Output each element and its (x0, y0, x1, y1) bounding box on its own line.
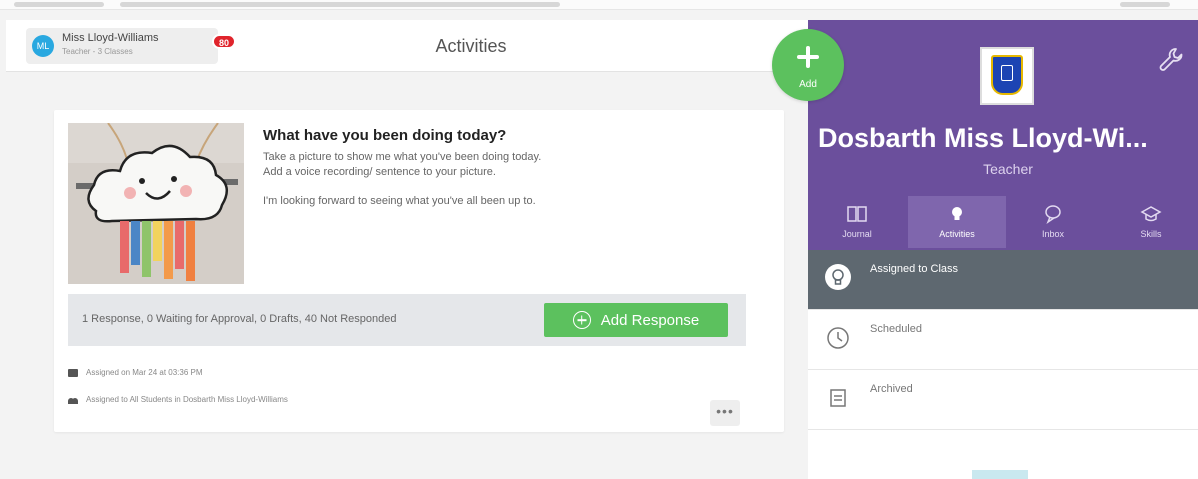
response-summary[interactable]: 1 Response, 0 Waiting for Approval, 0 Dr… (82, 313, 397, 325)
activity-description: Take a picture to show me what you've be… (263, 150, 541, 209)
list-item-archived[interactable]: Archived (808, 370, 1198, 430)
wrench-icon[interactable] (1158, 46, 1184, 72)
students-icon (68, 396, 78, 404)
book-icon (847, 206, 867, 222)
tab-label: Skills (1140, 229, 1162, 239)
clock-icon (827, 327, 849, 349)
school-logo (980, 47, 1034, 105)
plus-icon (796, 45, 820, 69)
lightbulb-icon (952, 207, 962, 220)
list-item-assigned-to-class[interactable]: Assigned to Class (808, 250, 1198, 310)
archive-icon (830, 389, 846, 407)
more-options-button[interactable]: ••• (710, 400, 740, 426)
activity-description-line: Take a picture to show me what you've be… (263, 151, 542, 163)
lightbulb-icon (825, 264, 851, 290)
browser-address-blur (120, 2, 560, 7)
list-item-label: Archived (870, 383, 913, 395)
activity-card: What have you been doing today? Take a p… (54, 110, 784, 432)
add-response-button[interactable]: Add Response (544, 303, 728, 337)
school-crest-icon (991, 55, 1023, 95)
chat-icon (1045, 205, 1061, 224)
cloud-rainbow-picture (68, 123, 244, 284)
browser-menu-blur (1120, 2, 1170, 7)
class-name: Dosbarth Miss Lloyd-Wi... (818, 123, 1148, 153)
activity-title: What have you been doing today? (263, 127, 507, 144)
tab-inbox[interactable]: Inbox (1004, 196, 1102, 248)
add-response-label: Add Response (600, 311, 700, 329)
list-item-label: Scheduled (870, 323, 922, 335)
activities-main-area: ML Miss Lloyd-Williams Teacher - 3 Class… (6, 14, 808, 479)
assigned-date-row: Assigned on Mar 24 at 03:36 PM (68, 368, 203, 377)
tab-journal[interactable]: Journal (808, 196, 906, 248)
graduation-cap-icon (1140, 206, 1162, 222)
assigned-to-row: Assigned to All Students in Dosbarth Mis… (68, 395, 288, 404)
browser-nav-blur (14, 2, 104, 7)
activity-description-line: I'm looking forward to seeing what you'v… (263, 195, 536, 207)
calendar-icon (68, 368, 78, 377)
assigned-date: Assigned on Mar 24 at 03:36 PM (86, 368, 203, 377)
panel-tabs: Journal Activities Inbox Skills (808, 196, 1198, 248)
panel-footer-graphic (972, 470, 1028, 479)
activity-image[interactable] (68, 123, 244, 284)
add-label: Add (799, 79, 817, 90)
list-item-label: Assigned to Class (870, 263, 959, 275)
activity-description-line: Add a voice recording/ sentence to your … (263, 166, 496, 178)
list-item-scheduled[interactable]: Scheduled (808, 310, 1198, 370)
tab-label: Journal (842, 229, 872, 239)
tab-label: Activities (939, 229, 975, 239)
role-label: Teacher (983, 161, 1033, 177)
tab-skills[interactable]: Skills (1102, 196, 1198, 248)
class-header: Dosbarth Miss Lloyd-Wi... Teacher Journa… (808, 20, 1198, 250)
plus-circle-icon (572, 311, 591, 329)
browser-toolbar (0, 0, 1198, 10)
tab-label: Inbox (1041, 229, 1065, 239)
assigned-to: Assigned to All Students in Dosbarth Mis… (86, 395, 288, 404)
class-side-panel: Dosbarth Miss Lloyd-Wi... Teacher Journa… (808, 20, 1198, 479)
add-activity-button[interactable]: Add (772, 29, 844, 101)
top-bar: ML Miss Lloyd-Williams Teacher - 3 Class… (6, 20, 808, 72)
tab-activities[interactable]: Activities (908, 196, 1006, 248)
response-summary-bar: 1 Response, 0 Waiting for Approval, 0 Dr… (68, 294, 746, 346)
